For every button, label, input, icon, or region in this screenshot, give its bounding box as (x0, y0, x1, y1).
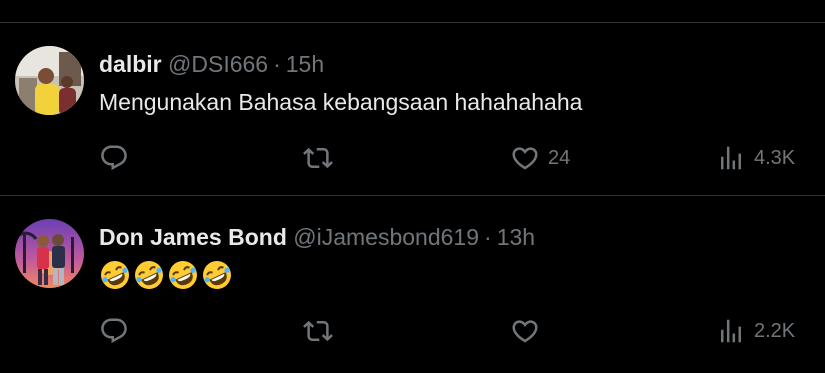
tweet-text (99, 259, 233, 291)
rofl-emoji (135, 261, 163, 289)
view-count: 4.3K (754, 146, 796, 169)
user-handle[interactable]: @iJamesbond619 (293, 224, 479, 250)
views-button[interactable]: 2.2K (716, 314, 795, 348)
timestamp[interactable]: 13h (497, 224, 535, 250)
views-button[interactable]: 4.3K (716, 141, 795, 175)
reply-button[interactable] (99, 141, 129, 175)
view-count: 2.2K (754, 319, 796, 342)
tweet-reply[interactable]: Don James Bond @iJamesbond619 · 13h 2.2K (0, 197, 825, 373)
separator-dot: · (273, 51, 281, 77)
tweet-text: Mengunakan Bahasa kebangsaan hahahahaha (99, 89, 583, 115)
views-bar-icon (721, 146, 741, 170)
display-name[interactable]: Don James Bond (99, 224, 287, 250)
reply-icon (101, 318, 127, 344)
heart-icon (512, 320, 538, 343)
reply-button[interactable] (99, 314, 129, 348)
retweet-button[interactable] (303, 141, 333, 175)
like-button[interactable] (510, 314, 540, 348)
tweet-header: dalbir @DSI666 · 15h (99, 49, 324, 79)
retweet-icon (303, 320, 333, 342)
user-handle[interactable]: @DSI666 (168, 51, 268, 77)
rofl-emoji (169, 261, 197, 289)
separator-dot: · (484, 224, 492, 250)
avatar[interactable] (15, 46, 84, 115)
tweet-header: Don James Bond @iJamesbond619 · 13h (99, 222, 535, 252)
display-name[interactable]: dalbir (99, 51, 162, 77)
avatar[interactable] (15, 219, 84, 288)
retweet-button[interactable] (303, 314, 333, 348)
retweet-icon (303, 147, 333, 169)
timestamp[interactable]: 15h (286, 51, 324, 77)
heart-icon (512, 147, 538, 170)
action-bar: 24 4.3K (99, 141, 805, 175)
views-bar-icon (721, 319, 741, 343)
rofl-emoji (101, 261, 129, 289)
action-bar: 2.2K (99, 314, 805, 348)
reply-icon (101, 145, 127, 171)
like-count: 24 (548, 146, 571, 169)
rofl-emoji (203, 261, 231, 289)
like-button[interactable]: 24 (510, 141, 570, 175)
tweet-reply[interactable]: dalbir @DSI666 · 15h Mengunakan Bahasa keb… (0, 23, 825, 196)
